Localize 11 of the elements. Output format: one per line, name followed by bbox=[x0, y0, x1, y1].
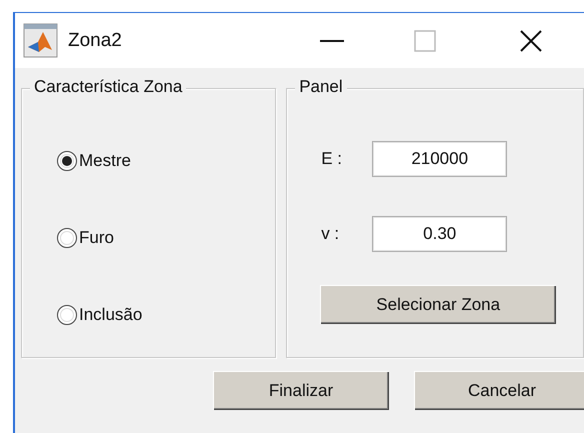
action-button[interactable]: Finalizar bbox=[213, 371, 389, 410]
field-label: E : bbox=[321, 149, 343, 169]
input-field[interactable]: 210000 bbox=[372, 141, 508, 177]
input-field[interactable]: 0.30 bbox=[372, 216, 508, 252]
radio-label[interactable]: Inclusão bbox=[79, 305, 142, 325]
window-title: Zona2 bbox=[68, 30, 123, 52]
action-button[interactable]: Selecionar Zona bbox=[320, 285, 556, 324]
radio-label[interactable]: Furo bbox=[79, 228, 114, 248]
radio-label[interactable]: Mestre bbox=[79, 151, 131, 171]
field-label: v : bbox=[321, 224, 340, 244]
action-button[interactable]: Cancelar bbox=[414, 371, 584, 410]
